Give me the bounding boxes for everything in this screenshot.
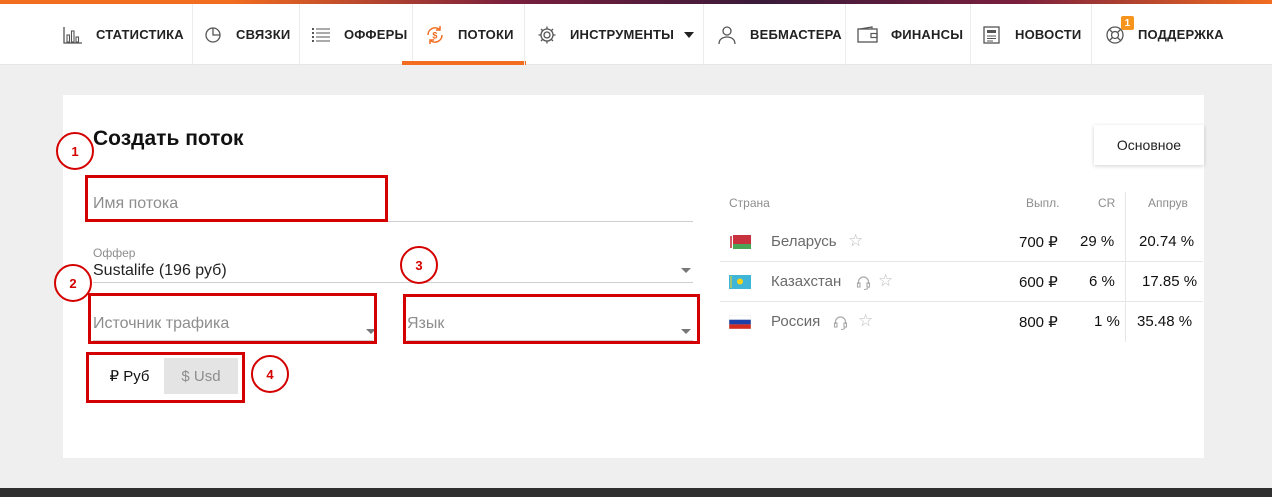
nav-label: НОВОСТИ <box>1015 27 1082 42</box>
newspaper-icon <box>981 24 1003 46</box>
offer-label: Оффер <box>93 246 136 260</box>
list-icon <box>310 24 332 46</box>
nav-divider <box>703 4 704 65</box>
nav-divider <box>524 4 525 65</box>
notification-badge: 1 <box>1121 16 1134 30</box>
annotation-box-stream-name <box>85 175 388 222</box>
russia-flag-icon <box>729 315 751 329</box>
nav-item-news[interactable]: НОВОСТИ <box>981 4 1081 65</box>
payout-value: 600 ₽ <box>1019 274 1058 291</box>
nav-divider <box>299 4 300 65</box>
page-footer <box>0 488 1272 497</box>
main-nav: СТАТИСТИКА СВЯЗКИ ОФФЕРЫ $ ПОТОКИ ИНСТРУ… <box>0 4 1272 65</box>
nav-item-support[interactable]: 1 ПОДДЕРЖКА <box>1104 4 1224 65</box>
nav-label: ФИНАНСЫ <box>891 27 964 42</box>
nav-item-links[interactable]: СВЯЗКИ <box>202 4 290 65</box>
star-icon[interactable]: ☆ <box>858 311 873 331</box>
annotation-marker: 3 <box>400 246 438 284</box>
annotation-marker: 4 <box>251 355 289 393</box>
annotation-box-currency <box>86 352 245 403</box>
nav-divider <box>845 4 846 65</box>
nav-item-streams[interactable]: $ ПОТОКИ <box>402 4 526 65</box>
headset-icon <box>833 316 848 330</box>
nav-label: СТАТИСТИКА <box>96 27 184 42</box>
nav-item-offers[interactable]: ОФФЕРЫ <box>310 4 407 65</box>
approve-value: 17.85 % <box>1142 273 1198 290</box>
nav-divider <box>970 4 971 65</box>
star-icon[interactable]: ☆ <box>848 231 863 251</box>
nav-label: ИНСТРУМЕНТЫ <box>570 27 675 42</box>
kazakhstan-flag-icon <box>729 275 751 289</box>
offer-underline <box>93 282 693 283</box>
table-header-payout: Выпл. <box>1026 196 1060 210</box>
chevron-down-icon <box>684 31 695 38</box>
nav-label: ВЕБМАСТЕРА <box>750 27 842 42</box>
annotation-marker: 1 <box>56 132 94 170</box>
nav-item-statistics[interactable]: СТАТИСТИКА <box>62 4 184 65</box>
payout-value: 700 ₽ <box>1019 234 1058 251</box>
wallet-icon <box>857 24 879 46</box>
belarus-flag-icon <box>729 235 751 249</box>
nav-label: ОФФЕРЫ <box>344 27 408 42</box>
svg-text:$: $ <box>432 30 437 40</box>
headset-icon <box>856 276 871 290</box>
annotation-box-language <box>403 294 700 344</box>
cr-value: 29 % <box>1080 233 1115 250</box>
nav-item-tools[interactable]: ИНСТРУМЕНТЫ <box>536 4 695 65</box>
cr-value: 1 % <box>1094 313 1120 330</box>
country-name: Казахстан <box>771 273 842 290</box>
page-title: Создать поток <box>93 127 244 150</box>
gear-icon <box>536 24 558 46</box>
nav-item-webmasters[interactable]: ВЕБМАСТЕРА <box>716 4 842 65</box>
annotation-marker: 2 <box>54 264 92 302</box>
pie-chart-icon <box>202 24 224 46</box>
payout-value: 800 ₽ <box>1019 314 1058 331</box>
chevron-down-icon <box>681 268 691 273</box>
nav-item-finance[interactable]: ФИНАНСЫ <box>857 4 963 65</box>
nav-label: ПОТОКИ <box>458 27 514 42</box>
approve-value: 20.74 % <box>1139 233 1195 250</box>
nav-label: ПОДДЕРЖКА <box>1138 27 1224 42</box>
table-header-approve: Аппрув <box>1148 196 1188 210</box>
nav-divider <box>412 4 413 65</box>
table-header-country: Страна <box>729 196 770 210</box>
nav-divider <box>1091 4 1092 65</box>
country-name: Россия <box>771 313 821 330</box>
annotation-box-traffic-source <box>88 293 377 344</box>
money-flow-icon: $ <box>424 24 446 46</box>
country-name: Беларусь <box>771 233 837 250</box>
table-header-cr: CR <box>1098 196 1116 210</box>
main-settings-button[interactable]: Основное <box>1094 125 1204 165</box>
bar-chart-icon <box>62 24 84 46</box>
nav-divider <box>192 4 193 65</box>
approve-value: 35.48 % <box>1137 313 1193 330</box>
offer-select[interactable]: Sustalife (196 руб) <box>93 262 227 280</box>
star-icon[interactable]: ☆ <box>878 271 893 291</box>
nav-label: СВЯЗКИ <box>236 27 291 42</box>
cr-value: 6 % <box>1089 273 1115 290</box>
users-icon <box>716 24 738 46</box>
